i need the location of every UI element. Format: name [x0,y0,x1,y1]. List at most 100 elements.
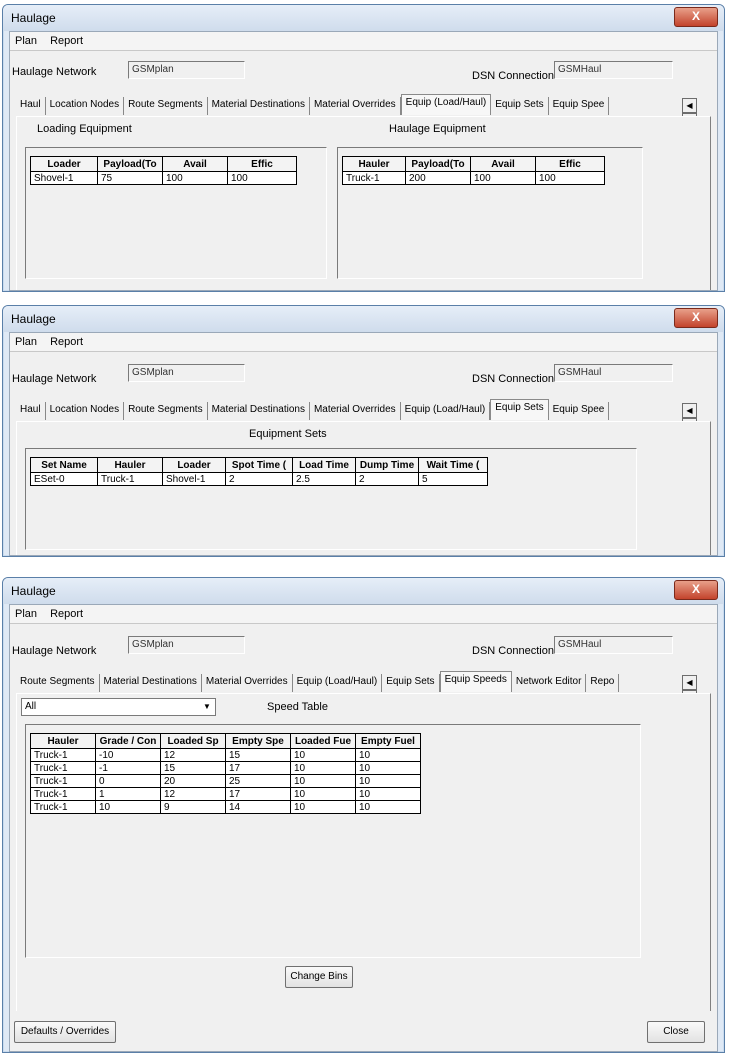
menu-report[interactable]: Report [45,605,88,620]
cell[interactable]: 10 [355,787,421,801]
cell[interactable]: 17 [225,787,291,801]
cell[interactable]: 10 [290,800,356,814]
menu-plan[interactable]: Plan [10,605,42,620]
tab-material-overrides[interactable]: Material Overrides [309,402,401,420]
cell[interactable]: 10 [355,761,421,775]
cell[interactable]: Truck-1 [30,787,96,801]
cell[interactable]: 10 [290,774,356,788]
cell[interactable]: 20 [160,774,226,788]
hauler-grid[interactable]: Hauler Payload(To Avail Effic Truck-1 200 100… [337,147,643,279]
cell[interactable]: 10 [290,748,356,762]
cell[interactable]: 0 [95,774,161,788]
table-row[interactable]: ESet-0 Truck-1 Shovel-1 2 2.5 2 5 [30,472,488,486]
tab-location-nodes[interactable]: Location Nodes [45,97,125,115]
tab-equip-speeds[interactable]: Equip Speeds [439,671,512,692]
speed-table-grid[interactable]: Hauler Grade / Con Loaded Sp Empty Spe Loade… [25,724,641,958]
tab-haul[interactable]: Haul [16,402,46,420]
cell[interactable]: 100 [162,171,228,185]
cell[interactable]: 10 [355,800,421,814]
tab-scroll-left-icon[interactable]: ◀ [682,675,697,690]
tab-scroll-left-icon[interactable]: ◀ [682,403,697,418]
cell[interactable]: 2.5 [292,472,356,486]
cell[interactable]: 100 [535,171,605,185]
menu-report[interactable]: Report [45,32,88,47]
cell[interactable]: 10 [290,761,356,775]
dsn-connection-field[interactable]: GSMHaul [554,364,673,382]
tab-equip-speeds[interactable]: Equip Spee [548,402,610,420]
table-row[interactable]: Truck-1 10 9 14 10 10 [30,800,421,814]
cell[interactable]: 75 [97,171,163,185]
tab-material-overrides[interactable]: Material Overrides [201,674,293,692]
tab-scroll-left-icon[interactable]: ◀ [682,98,697,113]
table-row[interactable]: Truck-1 -10 12 15 10 10 [30,748,421,762]
cell[interactable]: 2 [355,472,419,486]
change-bins-button[interactable]: Change Bins [285,966,353,988]
cell[interactable]: 2 [225,472,293,486]
tab-route-segments[interactable]: Route Segments [124,97,208,115]
hauler-filter-select[interactable]: All ▼ [21,698,216,716]
cell[interactable]: 10 [355,748,421,762]
dsn-connection-field[interactable]: GSMHaul [554,636,673,654]
cell[interactable]: 10 [355,774,421,788]
haulage-network-field[interactable]: GSMplan [128,61,245,79]
cell[interactable]: 100 [470,171,536,185]
tab-material-destinations[interactable]: Material Destinations [207,402,310,420]
tab-reports[interactable]: Repo [586,674,620,692]
cell[interactable]: Truck-1 [30,800,96,814]
tab-equip-sets[interactable]: Equip Sets [490,399,549,420]
chevron-down-icon[interactable]: ▼ [199,699,215,715]
cell[interactable]: Truck-1 [30,748,96,762]
close-button[interactable]: Close [647,1021,705,1043]
loader-grid[interactable]: Loader Payload(To Avail Effic Shovel-1 75 100… [25,147,327,279]
tab-equip-sets[interactable]: Equip Sets [491,97,549,115]
tab-equip-speeds[interactable]: Equip Spee [548,97,610,115]
table-row[interactable]: Shovel-1 75 100 100 [30,171,297,185]
cell[interactable]: 12 [160,787,226,801]
tab-material-destinations[interactable]: Material Destinations [207,97,310,115]
tab-material-overrides[interactable]: Material Overrides [309,97,401,115]
dsn-connection-field[interactable]: GSMHaul [554,61,673,79]
tab-route-segments[interactable]: Route Segments [124,402,208,420]
cell[interactable]: 10 [290,787,356,801]
tab-route-segments[interactable]: Route Segments [16,674,100,692]
menu-plan[interactable]: Plan [10,32,42,47]
cell[interactable]: 25 [225,774,291,788]
close-window-button[interactable]: X [674,308,718,328]
tab-equip-load-haul[interactable]: Equip (Load/Haul) [292,674,383,692]
haulage-network-field[interactable]: GSMplan [128,364,245,382]
tab-equip-load-haul[interactable]: Equip (Load/Haul) [400,94,492,115]
cell[interactable]: Truck-1 [97,472,163,486]
table-row[interactable]: Truck-1 1 12 17 10 10 [30,787,421,801]
defaults-overrides-button[interactable]: Defaults / Overrides [14,1021,116,1043]
cell[interactable]: -1 [95,761,161,775]
cell[interactable]: 10 [95,800,161,814]
cell[interactable]: Truck-1 [342,171,406,185]
cell[interactable]: Truck-1 [30,774,96,788]
close-window-button[interactable]: X [674,580,718,600]
cell[interactable]: 1 [95,787,161,801]
menu-plan[interactable]: Plan [10,333,42,348]
equipment-sets-grid[interactable]: Set Name Hauler Loader Spot Time (Load Time… [25,448,637,550]
cell[interactable]: 100 [227,171,297,185]
cell[interactable]: -10 [95,748,161,762]
menu-report[interactable]: Report [45,333,88,348]
cell[interactable]: 15 [225,748,291,762]
tab-material-destinations[interactable]: Material Destinations [99,674,202,692]
cell[interactable]: ESet-0 [30,472,98,486]
tab-equip-sets[interactable]: Equip Sets [382,674,440,692]
close-window-button[interactable]: X [674,7,718,27]
tab-network-editor[interactable]: Network Editor [511,674,587,692]
cell[interactable]: Shovel-1 [162,472,226,486]
table-row[interactable]: Truck-1 200 100 100 [342,171,605,185]
cell[interactable]: 200 [405,171,471,185]
cell[interactable]: 5 [418,472,488,486]
cell[interactable]: 9 [160,800,226,814]
cell[interactable]: Shovel-1 [30,171,98,185]
tab-haul[interactable]: Haul [16,97,46,115]
haulage-network-field[interactable]: GSMplan [128,636,245,654]
cell[interactable]: 15 [160,761,226,775]
table-row[interactable]: Truck-1 -1 15 17 10 10 [30,761,421,775]
cell[interactable]: Truck-1 [30,761,96,775]
tab-equip-load-haul[interactable]: Equip (Load/Haul) [400,402,491,420]
cell[interactable]: 12 [160,748,226,762]
